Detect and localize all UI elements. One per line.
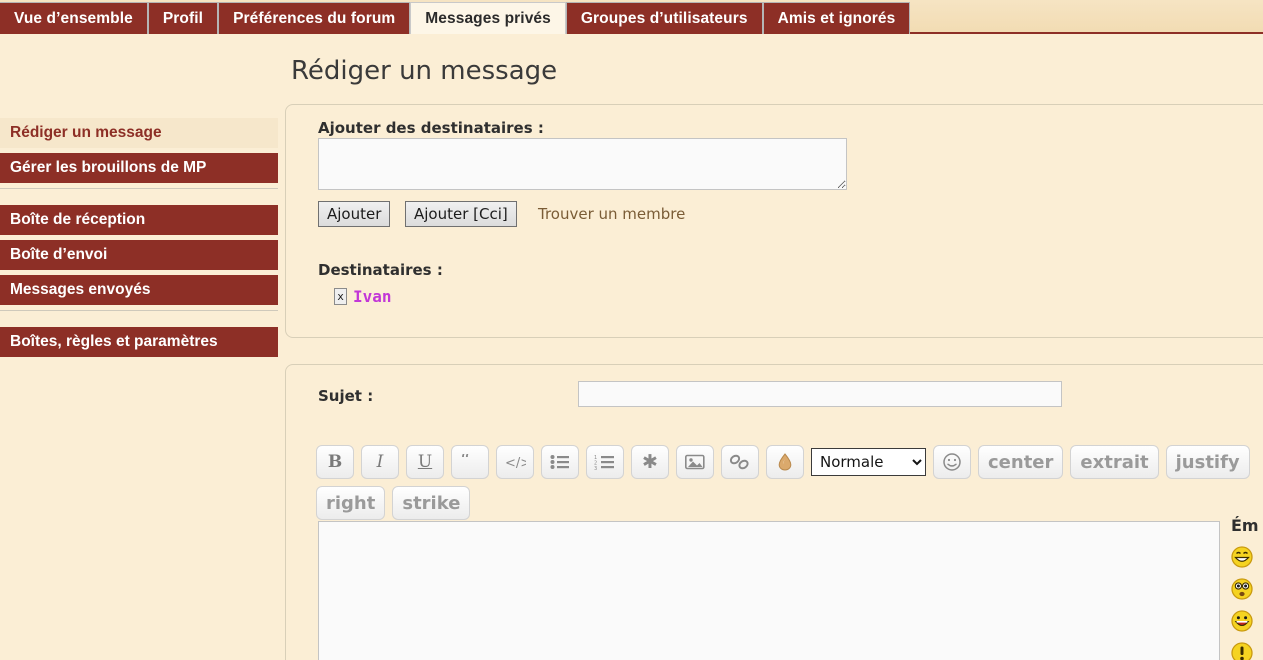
sidebar-separator	[0, 310, 278, 322]
bold-button[interactable]: B	[316, 445, 354, 479]
sidebar-item-1-2[interactable]: Messages envoyés	[0, 275, 278, 305]
link-button[interactable]	[721, 445, 759, 479]
sidebar-separator	[0, 188, 278, 200]
sidebar-item-0-0[interactable]: Rédiger un message	[0, 118, 278, 148]
svg-text:✱: ✱	[642, 453, 658, 471]
add-bcc-recipient-button[interactable]: Ajouter [Cci]	[405, 201, 517, 227]
recipient-list: x Ivan	[334, 287, 392, 306]
recipients-list-label: Destinataires :	[318, 261, 443, 279]
add-recipient-button[interactable]: Ajouter	[318, 201, 391, 227]
laugh-smiley[interactable]	[1231, 610, 1253, 632]
sidebar-item-1-1[interactable]: Boîte d’envoi	[0, 240, 278, 270]
find-member-link[interactable]: Trouver un membre	[538, 205, 685, 223]
recipient-name[interactable]: Ivan	[353, 287, 392, 306]
sidebar-item-2-0[interactable]: Boîtes, règles et paramètres	[0, 327, 278, 357]
ordered-list-button[interactable]: 123	[586, 445, 624, 479]
add-recipients-label: Ajouter des destinataires :	[318, 119, 544, 137]
code-button[interactable]: </>	[496, 445, 534, 479]
tab-2[interactable]: Préférences du forum	[218, 2, 411, 34]
image-button[interactable]	[676, 445, 714, 479]
numbered-list-icon: 123	[594, 454, 616, 470]
code-icon: </>	[504, 454, 526, 470]
tab-0[interactable]: Vue d’ensemble	[0, 2, 148, 34]
italic-button[interactable]: I	[361, 445, 399, 479]
tab-1[interactable]: Profil	[147, 2, 219, 34]
align-center-button[interactable]: center	[978, 445, 1064, 479]
tab-5[interactable]: Amis et ignorés	[762, 2, 911, 34]
recipients-panel: Ajouter des destinataires : Ajouter Ajou…	[285, 104, 1263, 338]
font-size-select[interactable]: Normale	[811, 448, 926, 476]
tabs-container: Vue d’ensemble Profil Préférences du forum…	[0, 0, 1263, 34]
svg-text:</>: </>	[505, 456, 526, 470]
underline-button[interactable]: U	[406, 445, 444, 479]
droplet-icon	[777, 453, 793, 471]
link-icon	[729, 454, 751, 470]
smiley-icon	[942, 452, 962, 472]
font-color-button[interactable]	[766, 445, 804, 479]
image-icon	[685, 454, 705, 470]
svg-text:“: “	[460, 454, 470, 470]
main-tab-bar: Vue d’ensemble Profil Préférences du forum…	[0, 0, 1263, 34]
remove-recipient-icon[interactable]: x	[334, 288, 347, 305]
underline-button-glyph: U	[417, 452, 433, 472]
exclamation-smiley[interactable]	[1231, 642, 1253, 660]
tab-4[interactable]: Groupes d’utilisateurs	[565, 2, 763, 34]
list-item-button[interactable]: ✱	[631, 445, 669, 479]
unordered-list-button[interactable]	[541, 445, 579, 479]
page-root: Vue d’ensemble Profil Préférences du forum…	[0, 0, 1263, 660]
italic-button-glyph: I	[376, 452, 384, 472]
sidebar-item-1-0[interactable]: Boîte de réception	[0, 205, 278, 235]
smiley-panel-title: Ém	[1231, 516, 1259, 535]
smiley-panel: Ém	[1231, 516, 1263, 660]
compose-panel: Sujet : B I U “ </> 1 2 3 ✱ Normale center extrait j…	[285, 364, 1263, 660]
bullet-list-icon	[550, 454, 570, 470]
sidebar-nav: Rédiger un message Gérer les brouillons d…	[0, 118, 278, 362]
insert-smiley-button[interactable]	[933, 445, 971, 479]
bold-button-glyph: B	[327, 452, 343, 472]
shocked-smiley[interactable]	[1231, 578, 1253, 600]
smiley-list	[1231, 546, 1263, 660]
asterisk-icon: ✱	[641, 453, 659, 471]
align-right-button[interactable]: right	[316, 486, 386, 520]
excerpt-button[interactable]: extrait	[1070, 445, 1159, 479]
svg-text:3: 3	[594, 466, 597, 470]
bbcode-toolbar: B I U “ </> 1 2 3 ✱ Normale center extrait justify ri…	[316, 445, 1263, 520]
quote-icon: “	[460, 454, 480, 470]
strike-button[interactable]: strike	[392, 486, 471, 520]
grin-smiley[interactable]	[1231, 546, 1253, 568]
sidebar-item-0-1[interactable]: Gérer les brouillons de MP	[0, 153, 278, 183]
align-justify-button[interactable]: justify	[1165, 445, 1250, 479]
message-body-input[interactable]	[318, 521, 1220, 660]
subject-label: Sujet :	[318, 387, 374, 405]
page-title: Rédiger un message	[291, 56, 558, 86]
recipients-input[interactable]	[318, 138, 847, 190]
tab-3[interactable]: Messages privés	[410, 2, 566, 34]
quote-button[interactable]: “	[451, 445, 489, 479]
subject-input[interactable]	[578, 381, 1062, 407]
